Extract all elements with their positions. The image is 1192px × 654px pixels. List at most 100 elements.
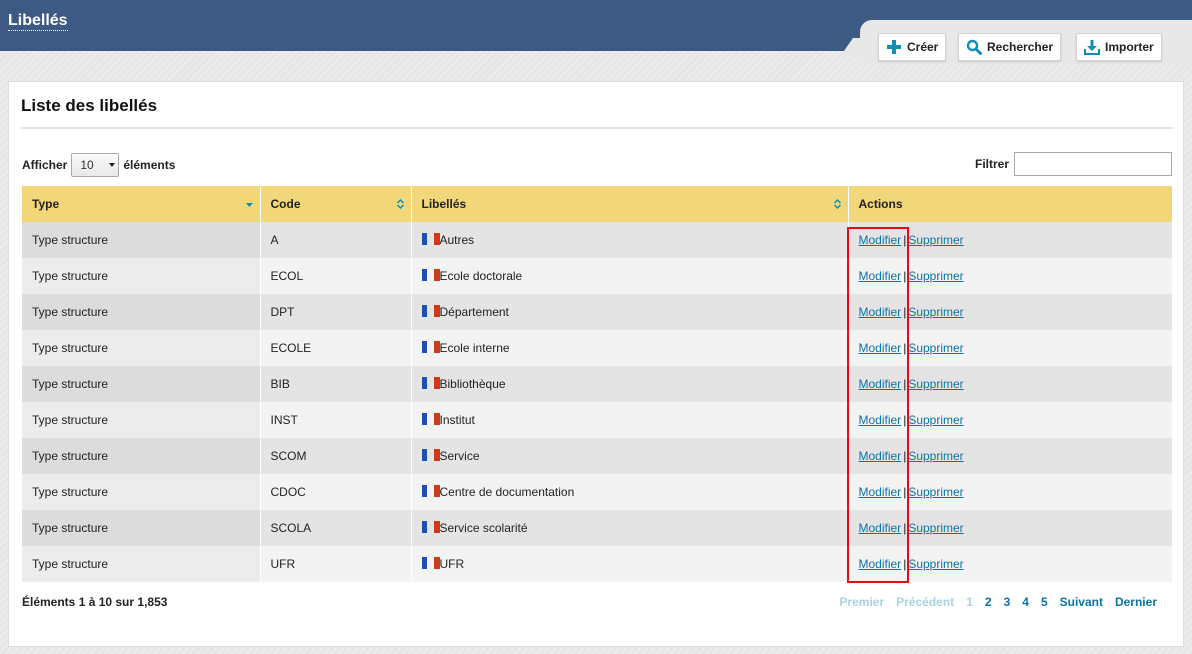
edit-link[interactable]: Modifier bbox=[859, 305, 902, 319]
column-header-type[interactable]: Type bbox=[22, 186, 261, 222]
french-flag-icon bbox=[421, 341, 440, 353]
edit-link[interactable]: Modifier bbox=[859, 233, 902, 247]
table-row: Type structure DPT Département Modifier |… bbox=[22, 294, 1172, 330]
list-panel: Liste des libellés Afficher 10 éléments … bbox=[8, 81, 1184, 647]
cell-actions: Modifier | Supprimer bbox=[848, 438, 1172, 474]
page-size-control: Afficher 10 éléments bbox=[22, 153, 175, 177]
import-button[interactable]: Importer bbox=[1076, 33, 1162, 61]
page-title[interactable]: Libellés bbox=[8, 12, 68, 31]
table-row: Type structure INST Institut Modifier | Su… bbox=[22, 402, 1172, 438]
pager-page-4[interactable]: 4 bbox=[1022, 595, 1029, 609]
cell-label: Service bbox=[411, 438, 849, 474]
cell-actions: Modifier | Supprimer bbox=[848, 510, 1172, 546]
cell-type: Type structure bbox=[22, 402, 261, 438]
table-row: Type structure SCOM Service Modifier | Sup… bbox=[22, 438, 1172, 474]
cell-actions: Modifier | Supprimer bbox=[848, 258, 1172, 294]
pagination: Premier Précédent 1 2 3 4 5 Suivant Dern… bbox=[839, 595, 1157, 609]
cell-actions: Modifier | Supprimer bbox=[848, 330, 1172, 366]
delete-link[interactable]: Supprimer bbox=[908, 413, 963, 427]
pager-page-2[interactable]: 2 bbox=[985, 595, 992, 609]
column-header-code[interactable]: Code bbox=[260, 186, 412, 222]
cell-code: CDOC bbox=[260, 474, 412, 510]
cell-label: Bibliothèque bbox=[411, 366, 849, 402]
cell-label: UFR bbox=[411, 546, 849, 582]
search-button-label: Rechercher bbox=[987, 40, 1054, 54]
edit-link[interactable]: Modifier bbox=[859, 449, 902, 463]
cell-label: Ecole interne bbox=[411, 330, 849, 366]
cell-label: Institut bbox=[411, 402, 849, 438]
pager-previous[interactable]: Précédent bbox=[896, 595, 954, 609]
create-button[interactable]: Créer bbox=[878, 33, 947, 61]
french-flag-icon bbox=[421, 485, 440, 497]
cell-type: Type structure bbox=[22, 258, 261, 294]
cell-code: ECOLE bbox=[260, 330, 412, 366]
delete-link[interactable]: Supprimer bbox=[908, 521, 963, 535]
column-header-labels[interactable]: Libellés bbox=[411, 186, 849, 222]
delete-link[interactable]: Supprimer bbox=[908, 341, 963, 355]
cell-type: Type structure bbox=[22, 294, 261, 330]
cell-actions: Modifier | Supprimer bbox=[848, 474, 1172, 510]
cell-label: Service scolarité bbox=[411, 510, 849, 546]
filter-input[interactable] bbox=[1014, 152, 1173, 176]
filter-control: Filtrer bbox=[975, 152, 1173, 176]
pager-page-1[interactable]: 1 bbox=[966, 595, 973, 609]
cell-type: Type structure bbox=[22, 222, 261, 258]
french-flag-icon bbox=[421, 269, 440, 281]
cell-actions: Modifier | Supprimer bbox=[848, 402, 1172, 438]
sort-both-icon bbox=[833, 199, 841, 209]
edit-link[interactable]: Modifier bbox=[859, 341, 902, 355]
delete-link[interactable]: Supprimer bbox=[908, 305, 963, 319]
cell-code: ECOL bbox=[260, 258, 412, 294]
table-row: Type structure SCOLA Service scolarité M… bbox=[22, 510, 1172, 546]
panel-title: Liste des libellés bbox=[21, 96, 158, 115]
delete-link[interactable]: Supprimer bbox=[908, 485, 963, 499]
pager-last[interactable]: Dernier bbox=[1115, 595, 1157, 609]
elements-label: éléments bbox=[123, 158, 176, 172]
french-flag-icon bbox=[421, 449, 440, 461]
cell-actions: Modifier | Supprimer bbox=[848, 546, 1172, 582]
edit-link[interactable]: Modifier bbox=[859, 485, 902, 499]
cell-actions: Modifier | Supprimer bbox=[848, 294, 1172, 330]
pager-first[interactable]: Premier bbox=[839, 595, 884, 609]
pager-page-3[interactable]: 3 bbox=[1004, 595, 1011, 609]
delete-link[interactable]: Supprimer bbox=[908, 557, 963, 571]
edit-link[interactable]: Modifier bbox=[859, 521, 902, 535]
table-row: Type structure CDOC Centre de documentat… bbox=[22, 474, 1172, 510]
cell-type: Type structure bbox=[22, 438, 261, 474]
labels-table: Type Code Libellés Actions Type structur… bbox=[22, 186, 1172, 582]
edit-link[interactable]: Modifier bbox=[859, 413, 902, 427]
table-header-row: Type Code Libellés Actions bbox=[22, 186, 1172, 222]
edit-link[interactable]: Modifier bbox=[859, 269, 902, 283]
edit-link[interactable]: Modifier bbox=[859, 377, 902, 391]
cell-code: SCOM bbox=[260, 438, 412, 474]
french-flag-icon bbox=[421, 521, 440, 533]
cell-code: INST bbox=[260, 402, 412, 438]
page-size-select[interactable]: 10 bbox=[71, 153, 120, 177]
table-row: Type structure BIB Bibliothèque Modifier… bbox=[22, 366, 1172, 402]
delete-link[interactable]: Supprimer bbox=[908, 233, 963, 247]
cell-type: Type structure bbox=[22, 474, 261, 510]
sort-desc-icon bbox=[245, 203, 253, 207]
french-flag-icon bbox=[421, 305, 440, 317]
cell-code: BIB bbox=[260, 366, 412, 402]
title-divider bbox=[21, 127, 1173, 129]
french-flag-icon bbox=[421, 557, 440, 569]
delete-link[interactable]: Supprimer bbox=[908, 377, 963, 391]
cell-type: Type structure bbox=[22, 546, 261, 582]
cell-type: Type structure bbox=[22, 330, 261, 366]
delete-link[interactable]: Supprimer bbox=[908, 449, 963, 463]
cell-code: UFR bbox=[260, 546, 412, 582]
cell-code: SCOLA bbox=[260, 510, 412, 546]
cell-label: Ecole doctorale bbox=[411, 258, 849, 294]
table-row: Type structure ECOL Ecole doctorale Modi… bbox=[22, 258, 1172, 294]
cell-label: Département bbox=[411, 294, 849, 330]
pager-page-5[interactable]: 5 bbox=[1041, 595, 1048, 609]
search-icon bbox=[966, 39, 982, 55]
delete-link[interactable]: Supprimer bbox=[908, 269, 963, 283]
chevron-down-icon bbox=[109, 163, 116, 167]
table-row: Type structure A Autres Modifier | Supprim… bbox=[22, 222, 1172, 258]
edit-link[interactable]: Modifier bbox=[859, 557, 902, 571]
pager-next[interactable]: Suivant bbox=[1060, 595, 1103, 609]
search-button[interactable]: Rechercher bbox=[958, 33, 1062, 61]
sort-both-icon bbox=[396, 199, 404, 209]
